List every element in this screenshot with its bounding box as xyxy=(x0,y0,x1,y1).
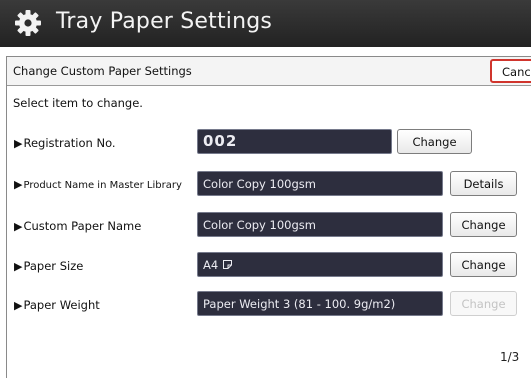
custom-paper-name-label: ▶Custom Paper Name xyxy=(14,219,142,233)
paper-size-label: ▶Paper Size xyxy=(14,259,84,273)
landscape-orientation-icon xyxy=(222,260,232,269)
details-button[interactable]: Details xyxy=(450,171,517,196)
page-title: Tray Paper Settings xyxy=(56,9,273,34)
page-indicator: 1/3 xyxy=(500,350,520,364)
row-arrow-icon: ▶ xyxy=(14,220,23,233)
row-arrow-icon: ▶ xyxy=(14,178,23,191)
paper-size-value: A4 xyxy=(203,258,219,272)
registration-no-field: 002 xyxy=(197,129,392,154)
row-arrow-icon: ▶ xyxy=(14,299,23,312)
gear-icon xyxy=(15,10,41,36)
cancel-button[interactable]: Canc xyxy=(490,59,531,83)
custom-paper-name-field: Color Copy 100gsm xyxy=(197,212,443,237)
paper-size-field: A4 xyxy=(197,252,443,277)
registration-change-button[interactable]: Change xyxy=(397,129,472,154)
row-arrow-icon: ▶ xyxy=(14,260,23,273)
paper-weight-label: ▶Paper Weight xyxy=(14,298,100,312)
paper-weight-field: Paper Weight 3 (81 - 100. 9g/m2) xyxy=(197,291,443,316)
instruction-text: Select item to change. xyxy=(13,96,143,110)
product-name-label: ▶Product Name in Master Library xyxy=(14,178,182,191)
custom-paper-change-button[interactable]: Change xyxy=(450,212,517,237)
paper-size-change-button[interactable]: Change xyxy=(450,252,517,277)
paper-weight-change-button: Change xyxy=(450,291,517,316)
title-bar: Tray Paper Settings xyxy=(0,0,531,47)
product-name-field: Color Copy 100gsm xyxy=(197,171,443,196)
subheader-label: Change Custom Paper Settings xyxy=(13,64,192,78)
registration-no-label: ▶Registration No. xyxy=(14,136,116,150)
row-arrow-icon: ▶ xyxy=(14,137,23,150)
subheader-bar: Change Custom Paper Settings Canc xyxy=(7,57,531,86)
